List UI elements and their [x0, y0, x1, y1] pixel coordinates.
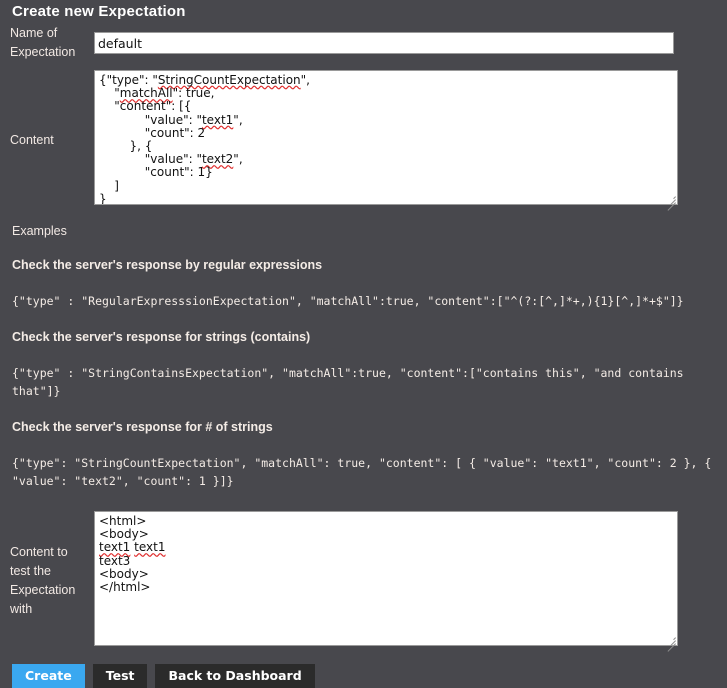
form-row-content: Content {"type": "StringCountExpectation… — [10, 66, 723, 214]
name-field-cell — [94, 20, 723, 66]
example-code-2: {"type": "StringCountExpectation", "matc… — [12, 454, 715, 490]
name-label: Name of Expectation — [10, 20, 94, 66]
form-row-test-content: Content to test the Expectation with <ht… — [10, 510, 723, 652]
test-content-textarea[interactable]: <html> <body> text1 text1 text3 <body> <… — [94, 511, 678, 646]
example-description-0: Check the server's response by regular e… — [12, 258, 715, 272]
example-code-0: {"type" : "RegularExpresssionExpectation… — [12, 292, 715, 310]
content-label: Content — [10, 66, 94, 214]
test-button[interactable]: Test — [93, 664, 148, 688]
content-field-cell: {"type": "StringCountExpectation", "matc… — [94, 66, 723, 214]
form-row-name: Name of Expectation — [10, 20, 723, 66]
test-form: Content to test the Expectation with <ht… — [10, 510, 723, 652]
example-description-1: Check the server's response for strings … — [12, 330, 715, 344]
examples-section: Examples Check the server's response by … — [10, 214, 717, 490]
examples-heading: Examples — [12, 224, 715, 238]
test-field-cell: <html> <body> text1 text1 text3 <body> <… — [94, 510, 723, 652]
content-textarea-wrap: {"type": "StringCountExpectation", "matc… — [94, 70, 678, 205]
create-expectation-page: Create new Expectation Name of Expectati… — [0, 0, 727, 672]
page-title: Create new Expectation — [10, 0, 717, 20]
expectation-name-input[interactable] — [94, 32, 674, 54]
test-textarea-wrap: <html> <body> text1 text1 text3 <body> <… — [94, 511, 678, 646]
example-description-2: Check the server's response for # of str… — [12, 420, 715, 434]
test-content-label: Content to test the Expectation with — [10, 510, 94, 652]
create-button[interactable]: Create — [12, 664, 85, 688]
back-to-dashboard-button[interactable]: Back to Dashboard — [155, 664, 314, 688]
expectation-form: Name of Expectation Content {"type": "St… — [10, 20, 723, 214]
content-textarea[interactable]: {"type": "StringCountExpectation", "matc… — [94, 70, 678, 205]
action-buttons: Create Test Back to Dashboard — [10, 652, 717, 688]
example-code-1: {"type" : "StringContainsExpectation", "… — [12, 364, 715, 400]
